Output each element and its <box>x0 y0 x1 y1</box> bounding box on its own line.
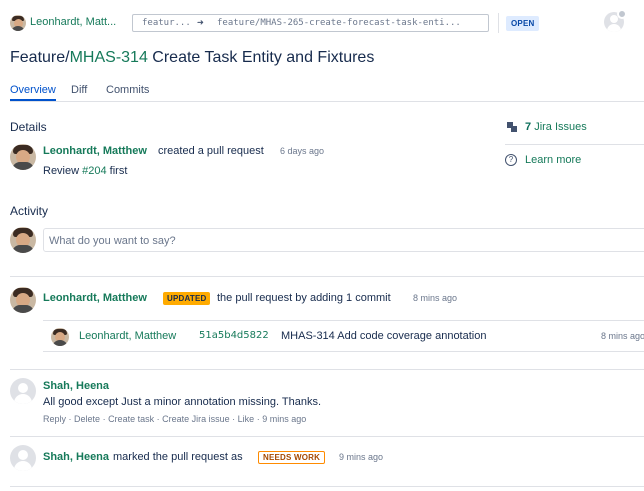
tab-overview[interactable]: Overview <box>10 84 56 96</box>
updated-badge: UPDATED <box>163 292 211 305</box>
review-time: 9 mins ago <box>339 452 384 462</box>
comment-actions: Reply · Delete · Create task · Create Ji… <box>43 414 306 424</box>
details-author-name[interactable]: Leonhardt, Matthew <box>43 145 147 157</box>
details-heading: Details <box>10 120 47 134</box>
sidebar-divider <box>505 144 644 145</box>
needs-work-badge: NEEDS WORK <box>258 451 326 464</box>
review-link[interactable]: #204 <box>82 165 106 177</box>
commit-message: MHAS-314 Add code coverage annotation <box>281 330 487 342</box>
title-ticket-link[interactable]: MHAS-314 <box>70 49 148 66</box>
commit-author-name[interactable]: Leonhardt, Matthew <box>79 330 176 342</box>
update-text: the pull request by adding 1 commit <box>217 292 391 304</box>
details-review-note: Review #204 first <box>43 165 127 177</box>
header-author-name[interactable]: Leonhardt, Matt... <box>30 16 116 28</box>
jira-label: Jira Issues <box>534 121 587 133</box>
tab-commits[interactable]: Commits <box>106 84 149 96</box>
author-avatar <box>10 15 26 31</box>
review-suffix: first <box>106 165 128 177</box>
header-divider <box>498 13 499 33</box>
activity-divider-4 <box>10 486 644 487</box>
branch-selector[interactable]: featur... ➜ feature/MHAS-265-create-fore… <box>132 14 489 32</box>
details-author-avatar <box>10 144 36 170</box>
update-time: 8 mins ago <box>413 293 458 303</box>
like-link[interactable]: Like <box>238 414 255 424</box>
current-user-avatar <box>10 227 36 253</box>
activity-heading: Activity <box>10 204 49 218</box>
commit-row[interactable]: Leonhardt, Matthew 51a5b4d5822 MHAS-314 … <box>43 320 644 352</box>
approval-status-icon <box>617 9 627 19</box>
delete-link[interactable]: Delete <box>74 414 100 424</box>
tabs-divider <box>10 101 644 102</box>
reply-link[interactable]: Reply <box>43 414 66 424</box>
comment-input[interactable]: What do you want to say? <box>43 228 644 252</box>
comment-author-name[interactable]: Shah, Heena <box>43 380 109 392</box>
create-task-link[interactable]: Create task <box>108 414 154 424</box>
review-prefix: Review <box>43 165 83 177</box>
activity-divider-2 <box>10 369 644 370</box>
comment-placeholder: What do you want to say? <box>49 235 176 247</box>
activity-divider-1 <box>10 276 644 277</box>
comment-text: All good except Just a minor annotation … <box>43 396 322 408</box>
review-text: marked the pull request as <box>113 451 243 463</box>
title-rest: Create Task Entity and Fixtures <box>147 49 375 66</box>
commit-author-avatar <box>51 328 69 346</box>
comment-author-avatar <box>10 378 36 404</box>
jira-issues-link[interactable]: 7 Jira Issues <box>525 121 587 133</box>
commit-hash-link[interactable]: 51a5b4d5822 <box>199 330 269 341</box>
page-title: Feature/MHAS-314 Create Task Entity and … <box>10 49 374 67</box>
review-author-name[interactable]: Shah, Heena <box>43 451 109 463</box>
update-author-name[interactable]: Leonhardt, Matthew <box>43 292 147 304</box>
jira-icon <box>507 122 517 132</box>
jira-count: 7 <box>525 121 532 133</box>
target-branch: feature/MHAS-265-create-forecast-task-en… <box>217 18 461 28</box>
status-badge: OPEN <box>506 16 540 31</box>
tab-diff[interactable]: Diff <box>71 84 87 96</box>
activity-divider-3 <box>10 436 644 437</box>
create-jira-issue-link[interactable]: Create Jira issue <box>162 414 230 424</box>
learn-more-link[interactable]: Learn more <box>525 154 581 166</box>
title-prefix: Feature/ <box>10 49 70 66</box>
commit-time: 8 mins ago <box>601 331 644 341</box>
details-time: 6 days ago <box>280 146 325 156</box>
details-action: created a pull request <box>158 145 264 157</box>
arrow-right-icon: ➜ <box>197 16 204 29</box>
source-branch: featur... <box>142 18 191 28</box>
review-author-avatar <box>10 445 36 471</box>
update-author-avatar <box>10 287 36 313</box>
help-icon: ? <box>505 154 517 166</box>
comment-time: 9 mins ago <box>262 414 307 424</box>
